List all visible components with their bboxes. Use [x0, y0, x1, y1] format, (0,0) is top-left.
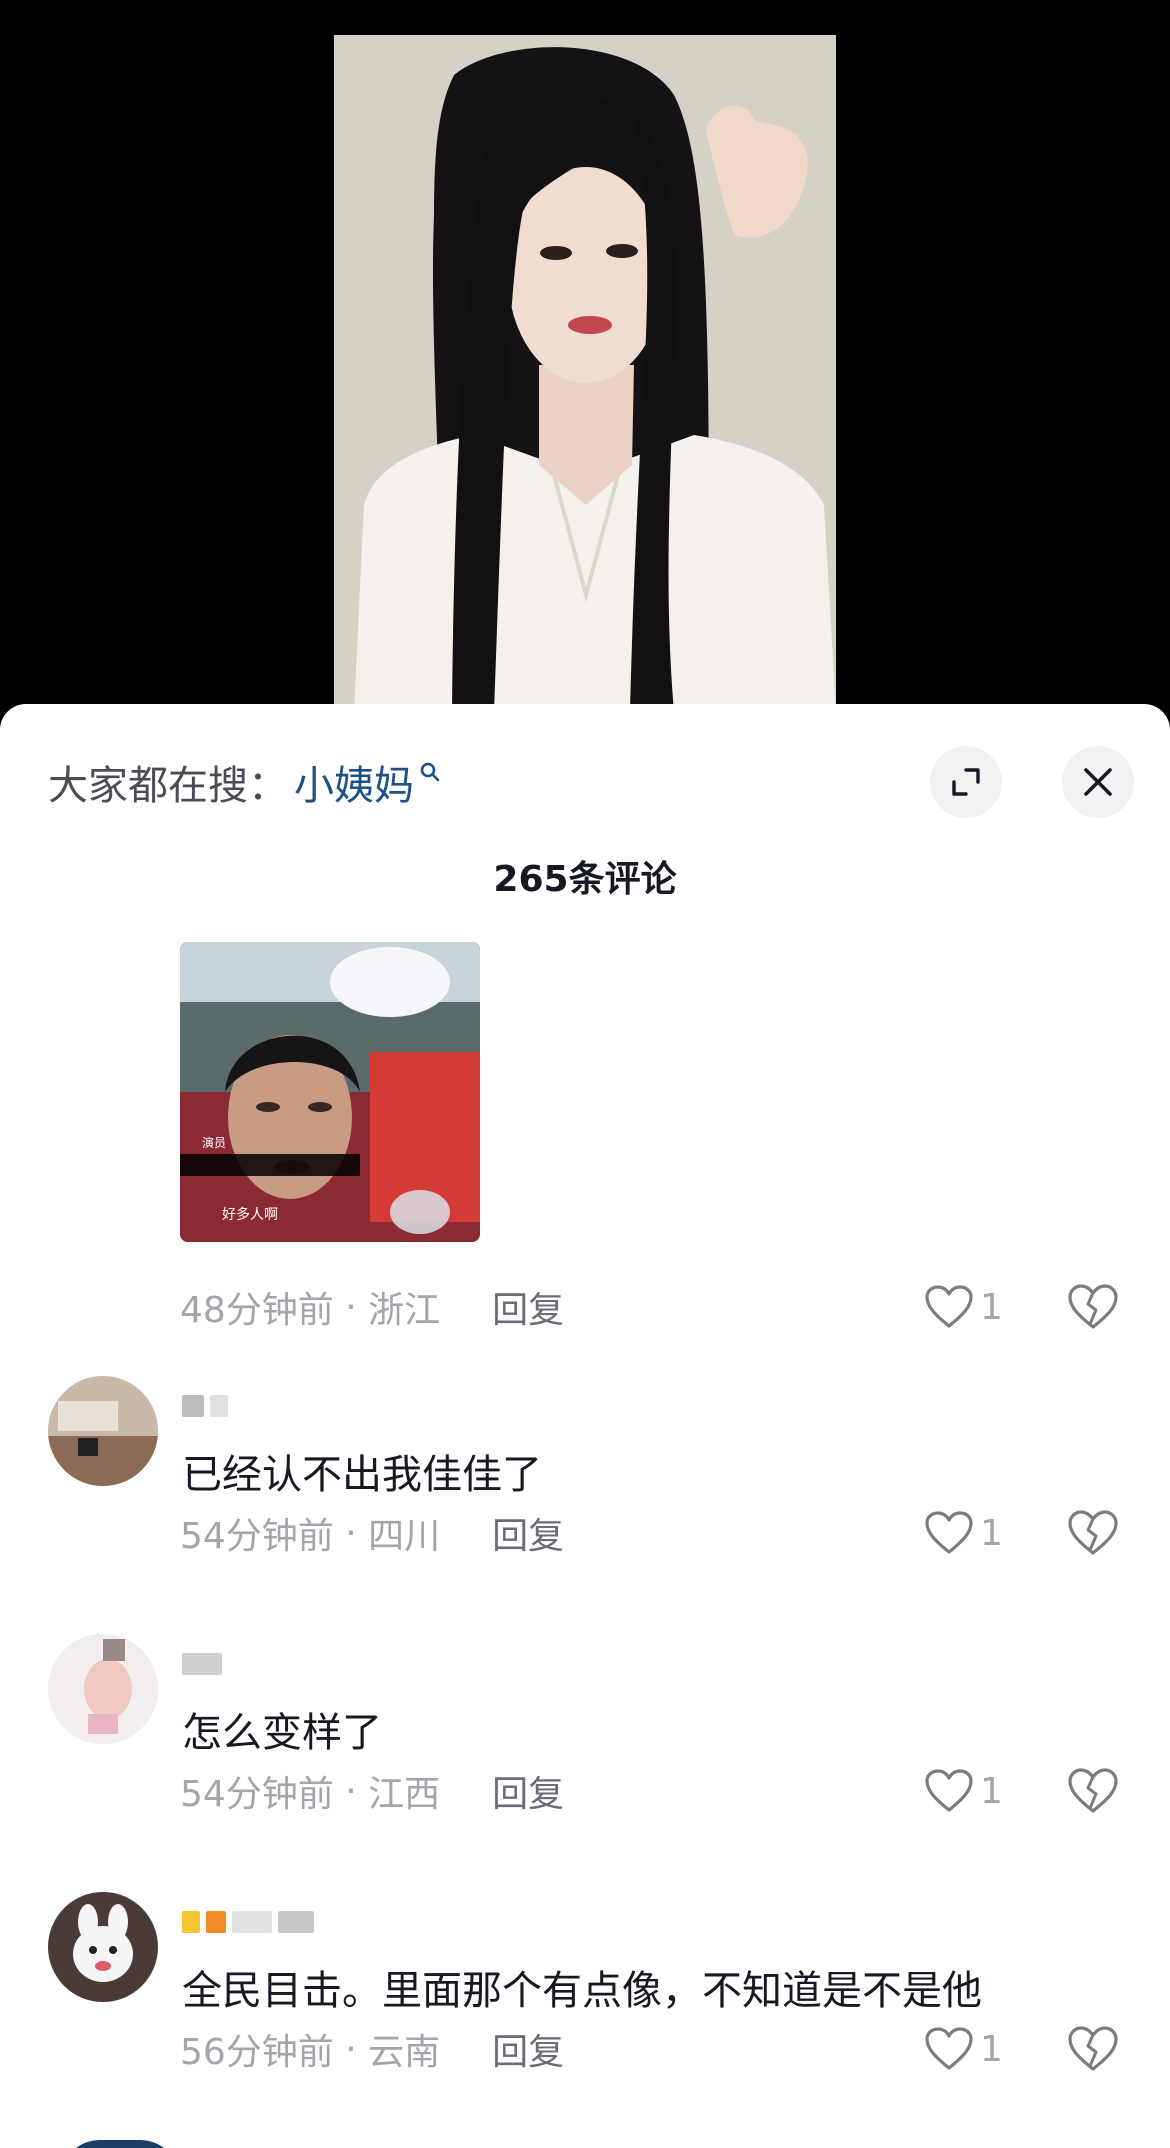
comment-image-tag: 演员: [202, 1136, 227, 1150]
meta-separator: ·: [333, 1512, 369, 1554]
meta-separator: ·: [333, 2028, 369, 2070]
avatar[interactable]: [48, 1892, 158, 2002]
close-icon: [1084, 768, 1112, 796]
broken-heart-icon[interactable]: [1066, 1282, 1120, 1332]
trending-search-hint[interactable]: 大家都在搜： 小姨妈: [48, 752, 442, 812]
broken-heart-icon[interactable]: [1066, 2024, 1120, 2074]
username-blurred[interactable]: [182, 1392, 228, 1420]
video-player[interactable]: [0, 0, 1170, 712]
comment-time: 48分钟前: [180, 1290, 334, 1331]
reply-button[interactable]: 回复: [492, 1281, 564, 1333]
comment-location: 江西: [368, 1774, 441, 1815]
comment-meta: 48分钟前 · 浙江 回复: [180, 1282, 564, 1332]
broken-heart-icon[interactable]: [1066, 1508, 1120, 1558]
like-count: 1: [980, 1286, 1003, 1328]
username-blurred[interactable]: [182, 1908, 314, 1936]
comment-image-photo: [180, 942, 480, 1242]
heart-icon: [925, 1285, 973, 1328]
username-blurred[interactable]: [182, 1650, 222, 1678]
like-count: 1: [980, 2028, 1003, 2070]
expand-button[interactable]: [930, 746, 1002, 818]
comment-item: 全民目击。里面那个有点像，不知道是不是他 56分钟前 · 云南 回复 1: [0, 1892, 1170, 2132]
search-hint-term[interactable]: 小姨妈: [294, 753, 414, 811]
username-blur-block: [210, 1395, 228, 1417]
like-button[interactable]: 1: [924, 1508, 1003, 1558]
comment-location: 浙江: [368, 1290, 441, 1331]
close-button[interactable]: [1062, 746, 1134, 818]
search-hint-prefix: 大家都在搜：: [48, 763, 288, 809]
comment-meta: 54分钟前 · 四川 回复: [180, 1508, 564, 1558]
avatar[interactable]: [48, 1634, 158, 1744]
like-button[interactable]: 1: [924, 2024, 1003, 2074]
username-blur-block: [182, 1911, 200, 1933]
like-count: 1: [980, 1512, 1003, 1554]
comment-time: 54分钟前: [180, 1516, 334, 1557]
username-blur-block: [182, 1395, 204, 1417]
comment-text: 全民目击。里面那个有点像，不知道是不是他: [182, 1968, 982, 2014]
avatar-image: [48, 1634, 158, 1744]
comment-image[interactable]: 演员 好多人啊: [180, 942, 480, 1242]
comment-count: 265条评论: [0, 850, 1170, 902]
expand-icon: [952, 768, 980, 796]
username-blur-block: [206, 1911, 226, 1933]
heart-icon: [925, 1769, 973, 1812]
like-button[interactable]: 1: [924, 1282, 1003, 1332]
comment-meta: 56分钟前 · 云南 回复: [180, 2024, 564, 2074]
meta-separator: ·: [333, 1770, 369, 1812]
comment-location: 四川: [368, 1516, 441, 1557]
avatar-image: [48, 1892, 158, 2002]
reply-button[interactable]: 回复: [492, 2023, 564, 2075]
comment-meta: 54分钟前 · 江西 回复: [180, 1766, 564, 1816]
like-count: 1: [980, 1770, 1003, 1812]
comment-image-caption: 好多人啊: [222, 1207, 278, 1223]
comment-text: 怎么变样了: [182, 1710, 382, 1756]
comment-item: 已经认不出我佳佳了 54分钟前 · 四川 回复 1: [0, 1376, 1170, 1616]
like-button[interactable]: 1: [924, 1766, 1003, 1816]
comment-location: 云南: [368, 2032, 441, 2073]
comment-count-number: 265: [493, 859, 569, 900]
comment-time: 54分钟前: [180, 1774, 334, 1815]
video-frame[interactable]: [334, 35, 836, 712]
avatar[interactable]: [48, 1376, 158, 1486]
broken-heart-icon[interactable]: [1066, 1766, 1120, 1816]
avatar-image: [48, 1376, 158, 1486]
username-blur-block: [182, 1653, 222, 1675]
heart-icon: [925, 1511, 973, 1554]
username-blur-block: [232, 1911, 272, 1933]
video-thumbnail-image: [334, 35, 836, 712]
comment-text: 已经认不出我佳佳了: [182, 1452, 542, 1498]
comment-time: 56分钟前: [180, 2032, 334, 2073]
meta-separator: ·: [333, 1286, 369, 1328]
search-icon: [420, 762, 440, 782]
comments-panel: 大家都在搜： 小姨妈 265条评论 演员 好多人啊 48分钟前 · 浙江 回复 …: [0, 704, 1170, 2148]
comment-count-label: 条评论: [568, 859, 677, 900]
reply-button[interactable]: 回复: [492, 1507, 564, 1559]
comment-item: 怎么变样了 54分钟前 · 江西 回复 1: [0, 1634, 1170, 1874]
username-blur-block: [278, 1911, 314, 1933]
reply-button[interactable]: 回复: [492, 1765, 564, 1817]
next-comment-avatar[interactable]: [60, 2140, 180, 2148]
heart-icon: [925, 2027, 973, 2070]
